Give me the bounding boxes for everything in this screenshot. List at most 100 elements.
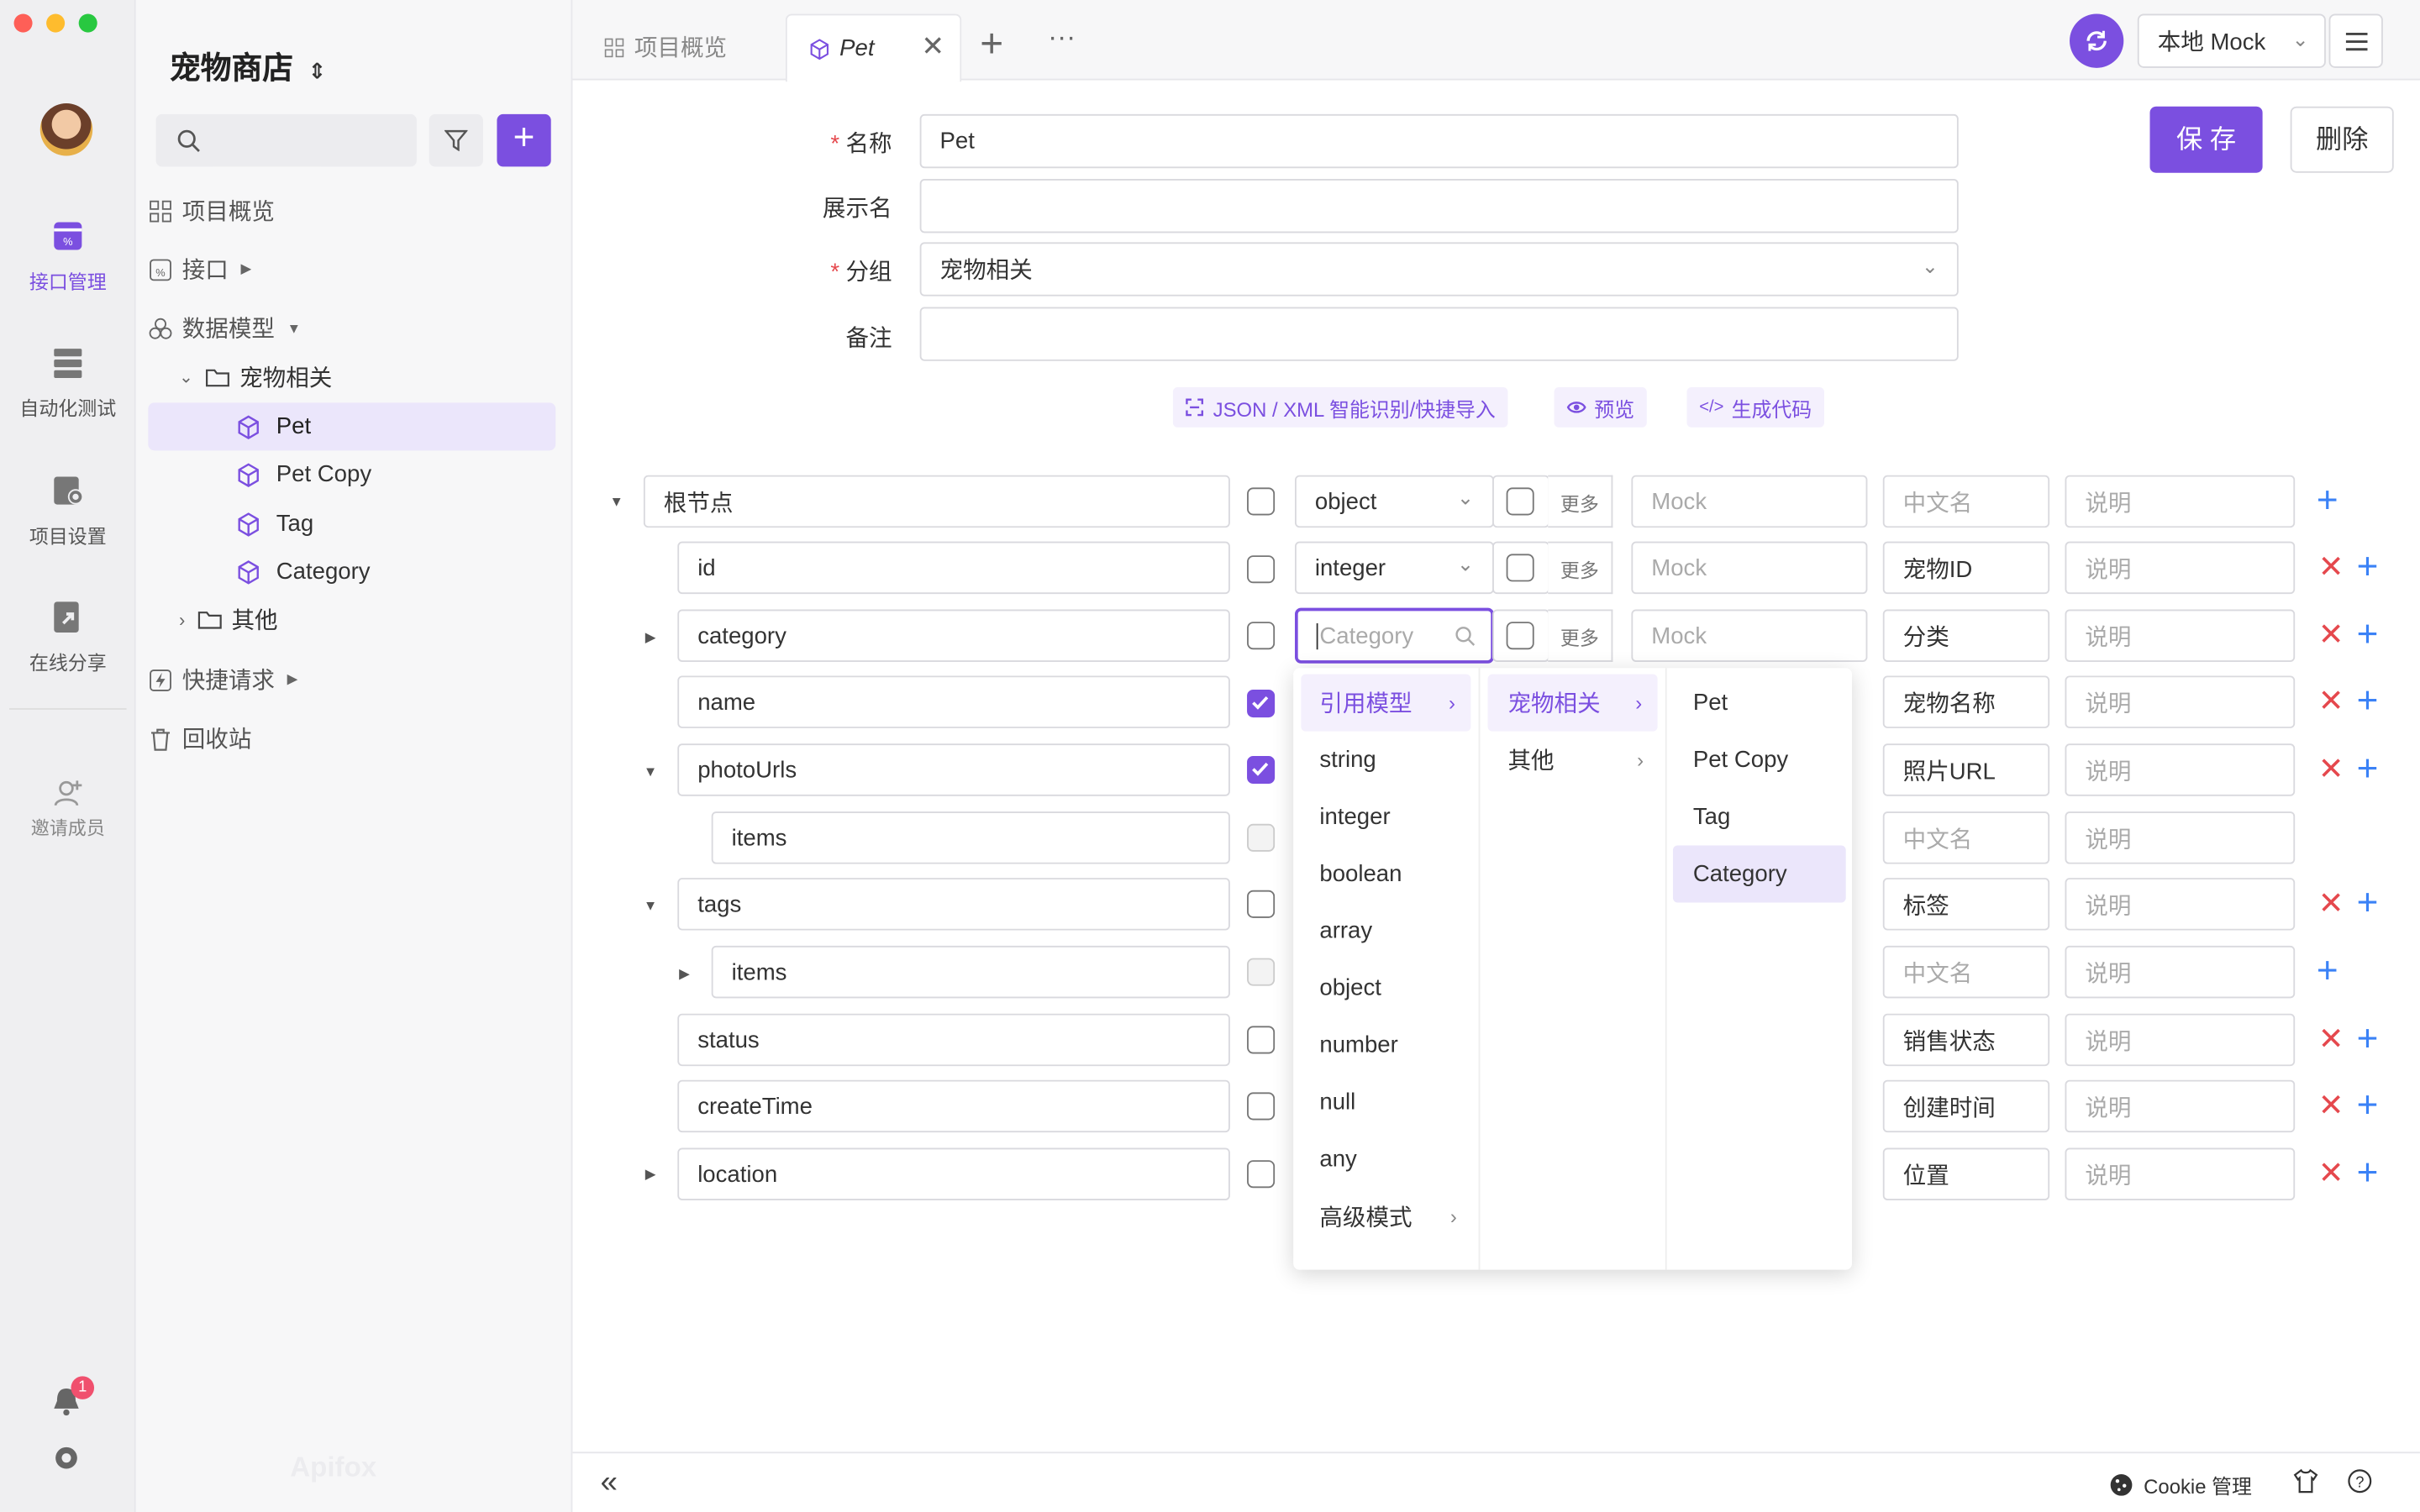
type-option-boolean[interactable]: boolean: [1293, 846, 1478, 903]
field-name-input[interactable]: createTime: [677, 1079, 1230, 1133]
rail-item-share[interactable]: 在线分享: [0, 597, 136, 676]
note-input[interactable]: [919, 307, 1959, 361]
user-avatar[interactable]: [39, 103, 93, 156]
required-checkbox[interactable]: [1247, 690, 1276, 718]
close-tab-icon[interactable]: ✕: [921, 31, 944, 64]
field-name-input[interactable]: location: [677, 1147, 1230, 1200]
add-sibling-icon[interactable]: +: [2357, 751, 2379, 788]
required-checkbox[interactable]: [1247, 1160, 1276, 1189]
expand-icon[interactable]: ▶: [679, 966, 690, 983]
rail-item-api[interactable]: % 接口管理: [0, 216, 136, 295]
model-option-pet[interactable]: Pet: [1667, 675, 1852, 732]
maximize-window-button[interactable]: [78, 13, 97, 33]
group-option-other[interactable]: 其他 ›: [1480, 732, 1665, 789]
more-button[interactable]: 更多: [1548, 541, 1613, 595]
type-option-advanced[interactable]: 高级模式 ›: [1293, 1188, 1478, 1245]
type-select[interactable]: object ⌄: [1294, 475, 1494, 528]
model-option-tag[interactable]: Tag: [1667, 789, 1852, 846]
type-option-ref-model[interactable]: 引用模型 ›: [1301, 674, 1471, 732]
type-option-integer[interactable]: integer: [1293, 789, 1478, 846]
environment-select[interactable]: 本地 Mock ⌄: [2137, 13, 2326, 68]
field-name-input[interactable]: status: [677, 1013, 1230, 1067]
chinese-name-input[interactable]: 中文名: [1882, 811, 2050, 864]
delete-field-icon[interactable]: ✕: [2318, 754, 2344, 785]
field-name-input[interactable]: category: [677, 609, 1230, 662]
collapse-icon[interactable]: ▼: [644, 764, 657, 779]
sidebar-model-category[interactable]: Category: [148, 548, 555, 596]
delete-field-icon[interactable]: ✕: [2318, 889, 2344, 920]
add-sibling-icon[interactable]: +: [2357, 683, 2379, 720]
sidebar-item-overview[interactable]: 项目概览: [148, 186, 555, 234]
required-checkbox[interactable]: [1247, 487, 1276, 516]
delete-button[interactable]: 删除: [2290, 106, 2394, 173]
mock-input[interactable]: Mock: [1631, 609, 1868, 662]
close-window-button[interactable]: [13, 13, 33, 33]
new-tab-button[interactable]: +: [980, 20, 1003, 68]
chinese-name-input[interactable]: 创建时间: [1882, 1079, 2050, 1133]
display-name-input[interactable]: [919, 179, 1959, 234]
description-input[interactable]: 说明: [2065, 811, 2296, 864]
type-option-string[interactable]: string: [1293, 732, 1478, 789]
generate-code-link[interactable]: </> 生成代码: [1686, 387, 1824, 428]
name-input[interactable]: Pet: [919, 113, 1959, 169]
preview-link[interactable]: 预览: [1554, 387, 1647, 428]
collapse-icon[interactable]: ▼: [644, 898, 657, 913]
sidebar-item-api[interactable]: % 接口 ▶: [148, 245, 555, 293]
type-option-number[interactable]: number: [1293, 1016, 1478, 1074]
expand-icon[interactable]: ▶: [645, 629, 656, 646]
type-select[interactable]: integer ⌄: [1294, 541, 1494, 595]
minimize-window-button[interactable]: [46, 13, 66, 33]
delete-field-icon[interactable]: ✕: [2318, 553, 2344, 584]
group-option-pet[interactable]: 宠物相关 ›: [1487, 674, 1658, 732]
nullable-checkbox[interactable]: [1506, 622, 1534, 650]
filter-button[interactable]: [429, 113, 483, 167]
type-search-input[interactable]: Category: [1294, 607, 1494, 664]
chinese-name-input[interactable]: 宠物ID: [1882, 541, 2050, 595]
tab-pet[interactable]: Pet ✕: [785, 13, 962, 82]
search-input[interactable]: [155, 113, 417, 167]
field-name-input[interactable]: items: [711, 811, 1230, 864]
chinese-name-input[interactable]: 中文名: [1882, 945, 2050, 999]
field-name-input[interactable]: 根节点: [643, 475, 1230, 528]
add-button[interactable]: +: [497, 113, 551, 167]
field-name-input[interactable]: id: [677, 541, 1230, 595]
add-child-icon[interactable]: +: [2317, 953, 2338, 990]
chinese-name-input[interactable]: 标签: [1882, 878, 2050, 931]
required-checkbox[interactable]: [1247, 755, 1276, 785]
rail-item-invite[interactable]: 邀请成员: [0, 778, 136, 841]
collapse-sidebar-icon[interactable]: «: [600, 1466, 617, 1501]
mock-input[interactable]: Mock: [1631, 541, 1868, 595]
type-option-null[interactable]: null: [1293, 1074, 1478, 1131]
chinese-name-input[interactable]: 销售状态: [1882, 1013, 2050, 1067]
description-input[interactable]: 说明: [2065, 675, 2296, 728]
required-checkbox[interactable]: [1247, 1026, 1276, 1054]
add-sibling-icon[interactable]: +: [2357, 885, 2379, 921]
smart-import-link[interactable]: JSON / XML 智能识别/快捷导入: [1172, 387, 1508, 428]
shirt-icon[interactable]: [2293, 1468, 2318, 1494]
add-sibling-icon[interactable]: +: [2357, 549, 2379, 585]
group-select[interactable]: 宠物相关 ⌄: [919, 242, 1959, 297]
expand-icon[interactable]: ▶: [645, 1167, 656, 1184]
type-option-any[interactable]: any: [1293, 1131, 1478, 1188]
chinese-name-input[interactable]: 分类: [1882, 609, 2050, 662]
sidebar-model-tag[interactable]: Tag: [148, 500, 555, 548]
description-input[interactable]: 说明: [2065, 743, 2296, 796]
tab-overview[interactable]: 项目概览: [603, 31, 727, 64]
chinese-name-input[interactable]: 照片URL: [1882, 743, 2050, 796]
gear-icon[interactable]: [52, 1444, 80, 1472]
sidebar-folder-pet[interactable]: ⌄ 宠物相关: [179, 354, 555, 402]
cookie-manager-link[interactable]: Cookie 管理: [2110, 1470, 2252, 1499]
delete-field-icon[interactable]: ✕: [2318, 1025, 2344, 1056]
sidebar-item-quick[interactable]: 快捷请求 ▶: [148, 656, 555, 704]
model-option-pet-copy[interactable]: Pet Copy: [1667, 732, 1852, 789]
add-sibling-icon[interactable]: +: [2357, 1021, 2379, 1058]
field-name-input[interactable]: tags: [677, 878, 1230, 931]
sidebar-model-pet[interactable]: Pet: [148, 402, 556, 451]
delete-field-icon[interactable]: ✕: [2318, 1158, 2344, 1189]
field-name-input[interactable]: name: [677, 675, 1230, 728]
chinese-name-input[interactable]: 位置: [1882, 1147, 2050, 1200]
field-name-input[interactable]: photoUrls: [677, 743, 1230, 796]
add-sibling-icon[interactable]: +: [2357, 1155, 2379, 1192]
description-input[interactable]: 说明: [2065, 541, 2296, 595]
description-input[interactable]: 说明: [2065, 609, 2296, 662]
